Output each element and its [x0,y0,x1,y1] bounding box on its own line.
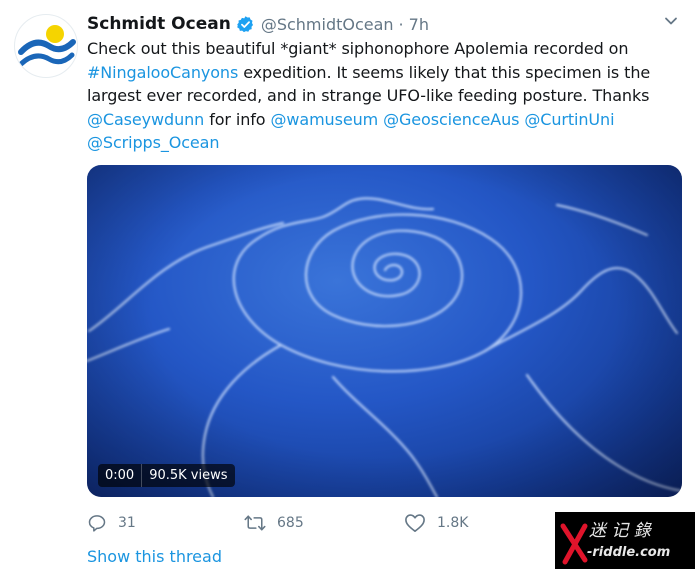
video-timestamp: 0:00 [105,468,135,483]
tweet: Schmidt Ocean @SchmidtOcean · 7h Check o… [0,0,700,581]
tweet-video[interactable]: 0:00 90.5K views [87,165,682,497]
video-vignette [87,165,682,497]
mention-link[interactable]: @wamuseum [270,110,378,129]
like-button[interactable]: 1.8K [404,510,468,536]
user-handle[interactable]: @SchmidtOcean [261,15,394,34]
svg-text:迷 记 錄: 迷 记 錄 [589,521,653,541]
header-separator: · [398,14,404,34]
retweet-icon [244,515,266,531]
mention-link[interactable]: @Caseywdunn [87,110,204,129]
svg-text:-riddle.com: -riddle.com [587,545,670,560]
tweet-text-segment: for info [204,109,271,129]
mention-link[interactable]: @Scripps_Ocean [87,133,220,152]
retweet-button[interactable]: 685 [244,510,304,536]
video-info-pill: 0:00 90.5K views [98,464,235,487]
hashtag-link[interactable]: #NingalooCanyons [87,63,238,82]
reply-button[interactable]: 31 [87,510,136,536]
mention-link[interactable]: @CurtinUni [524,110,614,129]
video-view-count: 90.5K views [149,468,228,483]
verified-badge-icon [237,15,253,32]
x-riddle-watermark: 迷 记 錄 -riddle.com [560,521,670,565]
watermark-logo: 迷 记 錄 -riddle.com [555,512,695,569]
schmidt-ocean-logo-icon [18,25,76,67]
show-thread-link[interactable]: Show this thread [87,547,222,566]
retweet-count: 685 [277,515,304,531]
tweet-actions: 31 685 1.8K [87,510,607,536]
mention-link[interactable]: @GeoscienceAus [383,110,519,129]
reply-count: 31 [118,515,136,531]
like-count: 1.8K [437,515,469,531]
reply-icon [88,515,106,532]
video-pill-divider [141,464,143,487]
display-name[interactable]: Schmidt Ocean [87,14,231,34]
like-icon [405,514,425,532]
tweet-text-segment: Check out this beautiful *giant* siphono… [87,39,629,58]
tweet-header: Schmidt Ocean @SchmidtOcean · 7h [87,12,429,36]
tweet-text: Check out this beautiful *giant* siphono… [87,37,682,155]
tweet-timestamp[interactable]: 7h [409,15,429,34]
chevron-down-icon[interactable] [664,14,678,28]
avatar[interactable] [14,14,78,78]
